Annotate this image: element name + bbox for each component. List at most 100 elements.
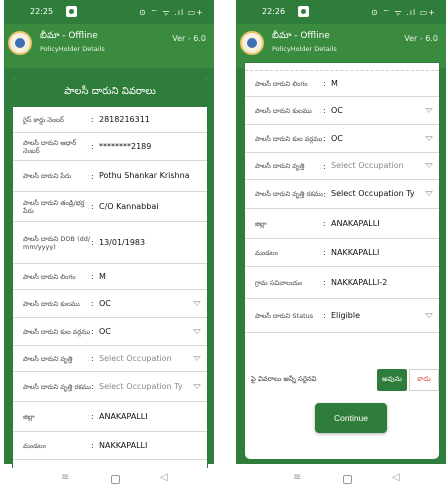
dropdown-arrow-icon [425,135,433,141]
policyholder-card-scrolled: పాలసీ దారుని లింగం : M పాలసీ దారుని కులమ… [244,62,440,460]
dropdown-arrow-icon [193,383,201,389]
occupation-type-select[interactable]: పాలసీ దారుని వృత్తి రకము : Select Occupa… [245,180,439,209]
app-title: బీమా - Offline [40,31,98,41]
app-logo-icon [240,31,264,55]
gender-row: పాలసీ దారుని లింగం : M [13,264,207,290]
left-screen: 22:25 ⊙ ⌔ ᯤ .ıl ▭+ బీమా - Offline Policy… [4,0,214,491]
android-nav-bar: ≡ ◁ [236,468,446,491]
app-subtitle: PolicyHolder Details [40,45,105,53]
recents-icon[interactable]: ≡ [293,472,301,483]
no-button[interactable]: కాదు [409,369,439,391]
dropdown-arrow-icon [193,300,201,306]
aadhaar-row: పాలసీ దారుని ఆధార్ నెంబర్ : ********2189 [13,133,207,161]
field-label: పాలసీ దారుని పేరు [23,172,72,180]
policyholder-card: పాలసీ దారుని వివరాలు రైస్ కార్డు నెంబర్ … [12,76,208,486]
name-row: పాలసీ దారుని పేరు : Pothu Shankar Krishn… [13,161,207,192]
app-logo-icon [8,31,32,55]
yes-button[interactable]: అవును [377,369,407,391]
field-label: పాలసీ దారుని DOB (dd/ mm/yyyy) [23,234,91,251]
recents-icon[interactable]: ≡ [61,472,69,483]
confirm-details-row: పై వివరాలు అన్నీ సరైనవి అవును కాదు [251,367,439,393]
status-select[interactable]: పాలసీ దారుని Status : Eligible [245,299,439,333]
confirm-question: పై వివరాలు అన్నీ సరైనవి [251,375,317,383]
app-subtitle: PolicyHolder Details [272,45,337,53]
field-label: పాలసీ దారుని వృత్తి రకము [23,382,91,391]
mandal-row: మండలం : NAKKAPALLI [245,239,439,267]
field-label: మండలం [255,248,278,257]
dob-row: పాలసీ దారుని DOB (dd/ mm/yyyy) : 13/01/1… [13,222,207,264]
status-time: 22:25 [30,7,54,16]
field-label: పాలసీ దారుని ఆధార్ నెంబర్ [23,138,77,155]
field-label: పాలసీ దారుని కుల వర్గము [255,134,323,143]
field-label: పాలసీ దారుని లింగం [255,79,308,88]
field-label: జిల్లా [255,219,267,228]
home-icon[interactable] [343,475,352,484]
app-bar: బీమా - Offline PolicyHolder Details Ver … [4,24,214,68]
field-label: గ్రామ సచివాలయం [255,278,303,287]
back-icon[interactable]: ◁ [160,472,168,483]
occupation-type-select[interactable]: పాలసీ దారుని వృత్తి రకము : Select Occupa… [13,372,207,402]
mandal-value: NAKKAPALLI [99,440,148,450]
dropdown-arrow-icon [425,312,433,318]
name-value: Pothu Shankar Krishna [99,171,190,180]
caste-value: OC [99,298,111,308]
field-label: పాలసీ దారుని వృత్తి [23,354,73,363]
dropdown-arrow-icon [193,328,201,334]
screen-record-icon [66,6,77,17]
field-label: మండలం [23,441,46,450]
dob-value: 13/01/1983 [99,237,146,247]
field-label: పాలసీ దారుని వృత్తి [255,162,305,170]
status-icons: ⊙ ⌔ ᯤ .ıl ▭+ [371,8,436,17]
field-label: పాలసీ దారుని కుల వర్గము [23,327,91,336]
dropdown-arrow-icon [425,163,433,168]
father-name-value: C/O Kannabbai [99,201,159,211]
district-row: జిల్లా : ANAKAPALLI [13,402,207,432]
screen-record-icon [298,6,309,17]
caste-category-select[interactable]: పాలసీ దారుని కుల వర్గము : OC [13,318,207,346]
caste-category-value: OC [331,133,343,143]
field-label: పాలసీ దారుని కులము [23,299,80,308]
occupation-type-value: Select Occupation Ty [331,189,415,198]
gender-value: M [99,271,106,281]
occupation-select[interactable]: పాలసీ దారుని వృత్తి : Select Occupation [245,153,439,180]
occupation-value: Select Occupation [331,161,404,170]
village-secretariat-row: గ్రామ సచివాలయం : NAKKAPALLI-2 [245,267,439,299]
status-icons: ⊙ ⌔ ᯤ .ıl ▭+ [139,8,204,17]
district-value: ANAKAPALLI [99,411,148,421]
app-version: Ver - 6.0 [404,34,438,43]
back-icon[interactable]: ◁ [392,472,400,483]
app-title: బీమా - Offline [272,31,330,41]
field-label: పాలసీ దారుని లింగం [23,272,76,281]
caste-category-value: OC [99,326,111,336]
caste-category-select[interactable]: పాలసీ దారుని కుల వర్గము : OC [245,125,439,153]
aadhaar-value: ********2189 [99,141,152,151]
continue-button[interactable]: Continue [315,403,387,433]
status-bar: 22:25 ⊙ ⌔ ᯤ .ıl ▭+ [4,0,214,24]
occupation-value: Select Occupation [99,353,172,363]
dropdown-arrow-icon [425,107,433,113]
occupation-type-value: Select Occupation Ty [99,381,183,391]
android-nav-bar: ≡ ◁ [4,468,214,491]
status-time: 22:26 [262,7,286,16]
status-value: Eligible [331,310,361,320]
mandal-row: మండలం : NAKKAPALLI [13,432,207,460]
caste-value: OC [331,105,343,115]
rice-card-row: రైస్ కార్డు నెంబర్ : 2818216311 [13,107,207,133]
occupation-select[interactable]: పాలసీ దారుని వృత్తి : Select Occupation [13,346,207,372]
field-label: జిల్లా [23,412,35,421]
father-name-row: పాలసీ దారుని తండ్రి/భర్త పేరు : C/O Kann… [13,192,207,222]
field-label: పాలసీ దారుని Status [255,311,314,320]
gender-value: M [331,78,338,88]
field-label: పాలసీ దారుని కులము [255,106,312,115]
home-icon[interactable] [111,475,120,484]
caste-select[interactable]: పాలసీ దారుని కులము : OC [245,97,439,125]
gender-row: పాలసీ దారుని లింగం : M [245,71,439,97]
district-value: ANAKAPALLI [331,218,380,228]
caste-select[interactable]: పాలసీ దారుని కులము : OC [13,290,207,318]
mandal-value: NAKKAPALLI [331,247,380,257]
scroll-edge [245,63,439,71]
card-title: పాలసీ దారుని వివరాలు [13,77,207,107]
rice-card-value: 2818216311 [99,114,150,124]
village-secretariat-value: NAKKAPALLI-2 [331,277,388,287]
dropdown-arrow-icon [425,191,433,196]
